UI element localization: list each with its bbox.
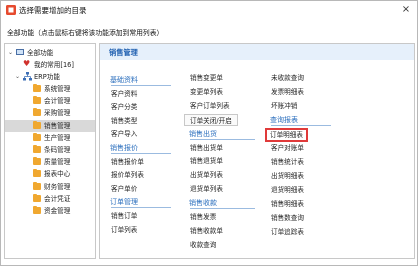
function-item[interactable]: 未收款查询 [271,72,304,84]
function-item[interactable]: 变更单列表 [190,86,223,98]
function-panel: 销售管理 基础资料 客户资料 客户分类 销售类型 客户导入 销售报价 销售报价单 报价单列表客… [99,43,415,259]
favorites-label: 我的常用[16] [34,61,74,69]
tree-item-label: 会计管理 [44,97,71,106]
function-item[interactable]: 发票明细表 [271,86,304,98]
folder-icon [33,120,41,129]
tree-root-label: 全部功能 [27,49,54,57]
tree-item-module[interactable]: 销售管理 [5,119,95,132]
tree-item-label: 生产管理 [44,133,71,142]
function-item[interactable]: 订单列表 [111,224,137,236]
title-bar: 选择需要增加的目录 × [1,1,417,19]
dialog-window: 选择需要增加的目录 × 全部功能（点击鼠标右键将该功能添加到常用列表） ⌄ 全部… [0,0,418,266]
tree-item-label: 报表中心 [44,170,71,179]
module-header: 销售管理 [100,44,414,60]
folder-icon [33,193,41,202]
tree-item-label: 财务管理 [44,182,71,191]
tree-item-label: 销售管理 [44,121,71,130]
function-item[interactable]: 客户导入 [111,128,137,140]
function-item[interactable]: 销售变更单 [190,72,223,84]
collapse-caret-icon[interactable]: ⌄ [15,71,20,83]
folder-icon [33,181,41,190]
function-item[interactable]: 销售退货单 [190,155,223,167]
tree-item-label: 采购管理 [44,109,71,118]
function-item[interactable]: 客户分类 [111,101,137,113]
function-item[interactable]: 销售报价单 [111,156,144,168]
section-heading: 销售报价 [110,144,138,152]
function-item[interactable]: 收款查询 [190,239,216,251]
heart-icon: ♥ [23,59,31,68]
tree-item-label: 会计凭证 [44,194,71,203]
folder-icon [33,206,41,214]
section-heading: 基础资料 [110,76,138,84]
org-chart-icon [23,72,32,81]
collapse-caret-icon[interactable]: ⌄ [8,47,13,59]
section-heading: 销售出货 [189,129,217,138]
folder-icon [33,132,41,141]
window-title: 选择需要增加的目录 [19,6,87,15]
tree-item-label: 条码管理 [44,146,71,154]
function-item[interactable]: 销售收款单 [190,225,223,237]
function-item[interactable]: 坏账冲销 [271,100,297,112]
close-button[interactable]: × [399,3,413,17]
function-item[interactable]: 销售订单 [111,210,137,222]
tree-item-label: 质量管理 [44,158,71,167]
function-tree: ⌄ 全部功能 ♥ 我的常用[16] ⌄ ERP功能 系统管理会计管理采购管理销售… [4,43,96,259]
function-item[interactable]: 销售统计表 [271,156,304,168]
app-icon [6,5,16,15]
function-item[interactable]: 订单追踪表 [271,226,304,238]
function-item[interactable]: 销售发票 [190,211,216,223]
function-item-highlighted[interactable]: 订单明细表 [265,128,308,142]
section-heading: 查询报表 [270,116,298,124]
function-item[interactable]: 销售明细表 [271,198,304,210]
instruction-text: 全部功能（点击鼠标右键将该功能添加到常用列表） [7,29,164,37]
folder-icon [33,96,41,105]
function-item[interactable]: 出货明细表 [271,170,304,182]
function-item[interactable]: 客户单价 [111,183,137,195]
tree-item-label: 系统管理 [44,85,71,93]
section-heading: 订单管理 [110,198,138,207]
function-item[interactable]: 销售数查询 [271,212,304,224]
function-item[interactable]: 客户对账单 [271,142,304,154]
function-item[interactable]: 退货明细表 [271,184,304,196]
erp-label: ERP功能 [34,73,60,81]
tree-item-label: 资金管理 [44,207,71,215]
folder-icon [33,157,41,166]
function-item[interactable]: 客户订单列表 [190,100,230,112]
function-item[interactable]: 退货单列表 [190,183,223,195]
folder-icon [33,169,41,178]
folder-icon [33,108,41,117]
function-item[interactable]: 出货单列表 [190,169,223,181]
section-heading: 销售收款 [189,199,217,208]
folder-icon [33,84,41,92]
function-item[interactable]: 销售出货单 [190,142,223,154]
function-item[interactable]: 报价单列表 [111,169,144,181]
function-item[interactable]: 销售类型 [111,115,137,127]
function-item[interactable]: 客户资料 [111,88,137,100]
module-title: 销售管理 [109,48,138,57]
folder-icon [33,145,41,153]
function-item[interactable]: 订单关闭/开启 [184,113,238,126]
monitor-icon [16,49,24,55]
